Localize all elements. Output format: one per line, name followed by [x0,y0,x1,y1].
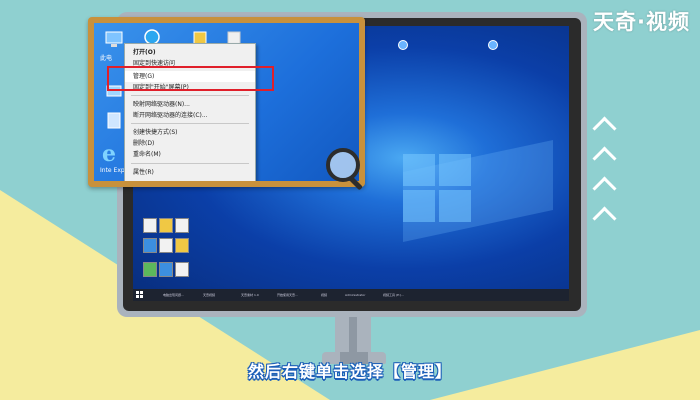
watermark-logo: 天奇·视频 [593,10,690,34]
chevron-up-icon [592,176,617,201]
chevron-up-icon [592,146,617,171]
monitor-stand-neck [335,317,371,357]
desktop-icon[interactable] [159,262,173,277]
highlight-box [107,66,274,91]
desktop-icon[interactable] [175,238,189,253]
taskbar-item[interactable]: 视频 [321,291,327,299]
recycle-bin-icon[interactable] [104,109,124,131]
start-button[interactable] [136,291,144,299]
taskbar-item[interactable]: 天奇视频 [203,291,215,299]
menu-item-map-drive[interactable]: 映射网络驱动器(N)... [125,99,255,110]
taskbar-item[interactable]: 开始使用天奇... [277,291,298,299]
menu-separator [131,163,249,164]
magnifier-icon [326,148,360,182]
menu-item-properties[interactable]: 属性(R) [125,167,255,178]
desktop-icon[interactable] [175,218,189,233]
menu-item-create-shortcut[interactable]: 创建快捷方式(S) [125,127,255,138]
chevron-up-icon [592,206,617,231]
zoom-panel: 此电 e Inte Explo 打开(O) 固定到快速访问 管理(G) 固定到"… [88,17,365,187]
taskbar-item[interactable]: 电脑出现问题... [163,291,184,299]
scroll-up-chevrons [590,116,617,240]
menu-item-disconnect-drive[interactable]: 断开网络驱动器的连接(C)... [125,110,255,121]
menu-item-rename[interactable]: 重命名(M) [125,149,255,160]
taskbar: 电脑出现问题... 天奇视频 天奇素材 1.0 开始使用天奇... 视频 Adm… [133,289,569,301]
taskbar-item[interactable]: Administrator [345,291,365,299]
desktop-icon[interactable] [159,218,173,233]
menu-item-delete[interactable]: 删除(D) [125,138,255,149]
indicator-dot [398,40,408,50]
desktop-icon[interactable] [175,262,189,277]
windows-logo-icon [403,154,473,224]
context-menu: 打开(O) 固定到快速访问 管理(G) 固定到"开始"屏幕(P) 映射网络驱动器… [124,43,256,181]
menu-separator [131,123,249,124]
internet-explorer-icon[interactable]: e [102,141,116,167]
desktop-icon[interactable] [159,238,173,253]
desktop-icon[interactable] [143,262,157,277]
menu-item-open[interactable]: 打开(O) [125,47,255,58]
indicator-dot [488,40,498,50]
subtitle-caption: 然后右键单击选择【管理】 [247,362,452,381]
this-pc-icon[interactable] [104,29,124,51]
chevron-up-icon [592,116,617,141]
menu-separator [131,95,249,96]
taskbar-item[interactable]: 视频工具 (E:)... [383,291,404,299]
this-pc-label: 此电 [100,55,113,62]
desktop-icon[interactable] [143,218,157,233]
desktop-icon[interactable] [143,238,157,253]
taskbar-item[interactable]: 天奇素材 1.0 [241,291,259,299]
zoom-panel-content: 此电 e Inte Explo 打开(O) 固定到快速访问 管理(G) 固定到"… [94,23,359,181]
